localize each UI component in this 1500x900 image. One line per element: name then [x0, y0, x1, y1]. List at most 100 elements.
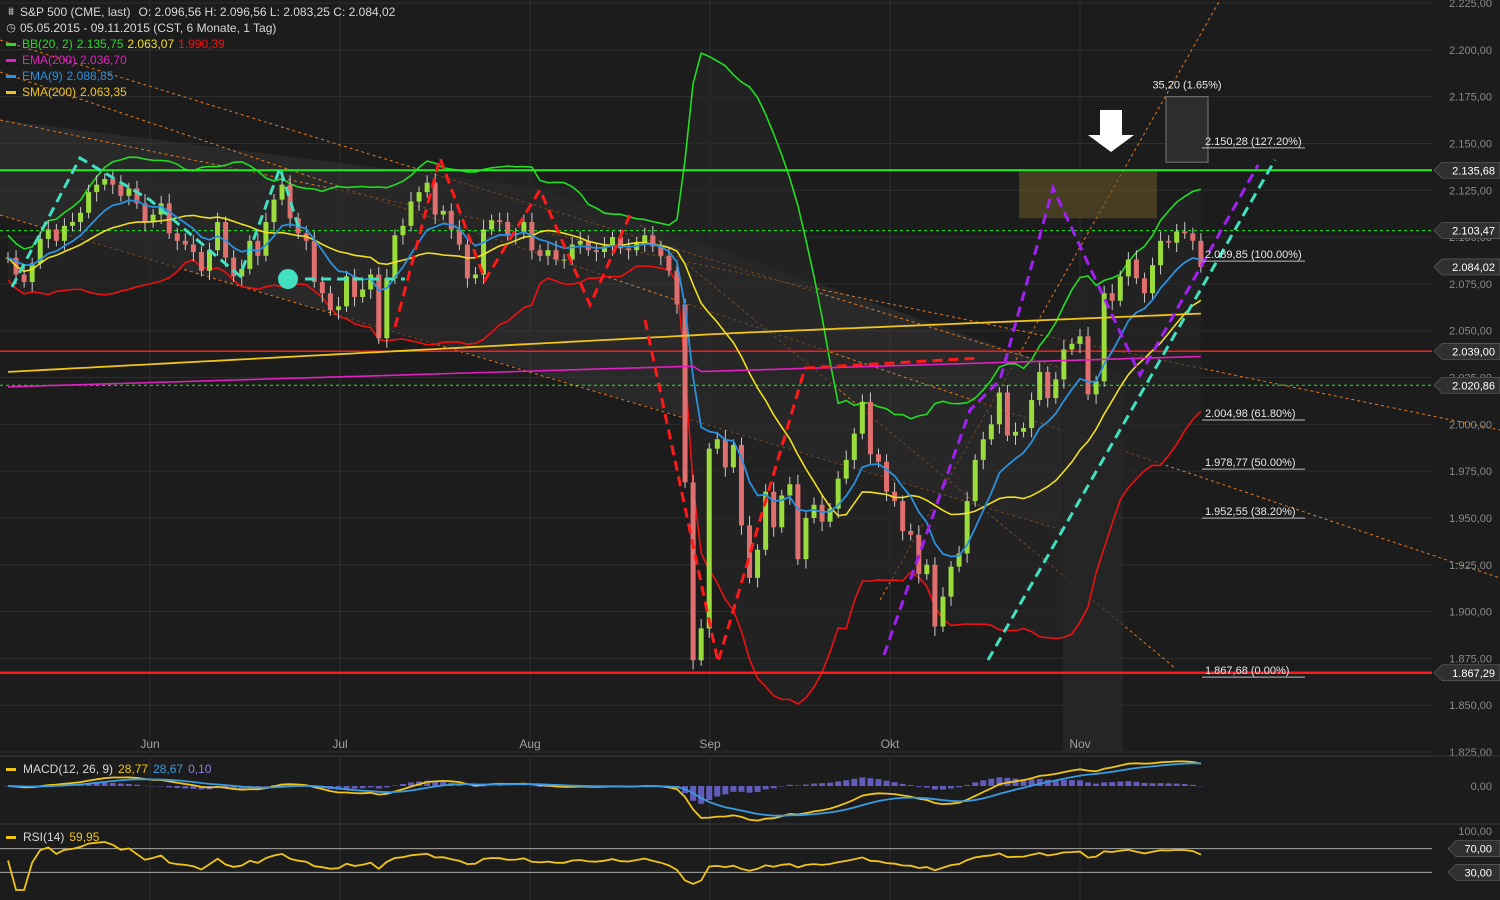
- candle-body: [859, 401, 865, 434]
- rsi-swatch: [6, 835, 16, 839]
- macd-histogram-bar: [802, 784, 809, 786]
- macd-histogram-bar: [891, 782, 898, 786]
- candle-body: [948, 566, 954, 597]
- candle-body: [795, 484, 801, 560]
- macd-histogram-bar: [1165, 783, 1172, 786]
- macd-histogram-bar: [1109, 782, 1116, 786]
- candle-body: [706, 448, 712, 629]
- chart-type-icon: ⩩: [8, 6, 14, 18]
- macd-histogram-bar: [722, 786, 729, 795]
- macd-histogram-bar: [1117, 781, 1124, 786]
- macd-histogram-bar: [166, 786, 173, 788]
- y-tick-label: 2.000,00: [1449, 419, 1492, 431]
- candle-body: [360, 289, 366, 297]
- macd-histogram-bar: [1125, 781, 1132, 786]
- date-range: 05.05.2015 - 09.11.2015 (CST, 6 Monate, …: [20, 21, 277, 35]
- x-tick-label: Jun: [140, 737, 159, 751]
- macd-histogram-bar: [819, 783, 826, 786]
- price-badge-label: 2.039,00: [1452, 346, 1495, 358]
- macd-histogram-bar: [762, 786, 769, 790]
- candle-body: [448, 210, 454, 230]
- candle-body: [287, 184, 293, 219]
- macd-histogram-bar: [980, 780, 987, 786]
- macd-histogram-bar: [399, 783, 406, 786]
- legend-swatch: [6, 90, 16, 94]
- price-badge-label: 1.867,29: [1452, 668, 1495, 680]
- price-badge-label: 2.103,47: [1452, 226, 1495, 238]
- rsi-tick-label: 70,00: [1464, 844, 1492, 856]
- candle-body: [1004, 392, 1010, 436]
- macd-histogram-bar: [383, 786, 390, 788]
- macd-histogram-bar: [867, 778, 874, 786]
- candle-body: [875, 454, 881, 462]
- y-tick-label: 2.125,00: [1449, 185, 1492, 197]
- candle-body: [416, 192, 422, 202]
- candle-body: [561, 259, 567, 261]
- macd-histogram-bar: [738, 786, 745, 792]
- legend-range-row: ◷ 05.05.2015 - 09.11.2015 (CST, 6 Monate…: [6, 20, 395, 36]
- legend-title-row: ⩩ S&P 500 (CME, last) O: 2.096,56 H: 2.0…: [6, 4, 395, 20]
- measure-box: [1165, 96, 1209, 163]
- legend-label: EMA(9): [22, 69, 63, 83]
- fib-label: 1.867,68 (0.00%): [1205, 665, 1289, 677]
- legend-label: EMA(200): [22, 53, 77, 67]
- y-tick-label: 2.050,00: [1449, 326, 1492, 338]
- candle-body: [1053, 379, 1059, 399]
- candle-body: [1182, 231, 1188, 234]
- candle-body: [86, 192, 92, 213]
- candle-body: [1174, 231, 1180, 243]
- rsi-value: 59,95: [69, 830, 100, 844]
- candle-body: [908, 531, 914, 535]
- fib-label: 2.089,85 (100.00%): [1205, 249, 1302, 261]
- candle-body: [1077, 336, 1083, 344]
- macd-signal-value: 28,67: [153, 762, 184, 776]
- macd-histogram-bar: [1181, 784, 1188, 786]
- macd-histogram-bar: [956, 786, 963, 788]
- candle-body: [972, 459, 978, 502]
- candle-body: [166, 203, 172, 234]
- candle-body: [78, 212, 84, 223]
- candle-body: [577, 240, 583, 245]
- macd-histogram-bar: [133, 784, 140, 786]
- candle-body: [940, 596, 946, 627]
- candle-body: [45, 229, 51, 239]
- candle-body: [884, 461, 890, 492]
- macd-histogram-bar: [117, 783, 124, 786]
- candle-body: [1013, 431, 1018, 436]
- candle-body: [335, 306, 341, 311]
- candle-body: [1150, 265, 1156, 294]
- fib-label: 1.952,55 (38.20%): [1205, 506, 1296, 518]
- candle-body: [916, 534, 922, 575]
- rsi-tick-label: 30,00: [1464, 867, 1492, 879]
- candle-body: [811, 504, 817, 518]
- candle-body: [545, 250, 551, 256]
- macd-histogram-bar: [883, 780, 890, 786]
- macd-histogram-bar: [706, 786, 713, 801]
- legend-label: SMA(200): [22, 85, 77, 99]
- candle-body: [69, 222, 75, 226]
- candle-body: [537, 250, 543, 256]
- y-tick-label: 1.925,00: [1449, 560, 1492, 572]
- macd-histogram-bar: [351, 786, 358, 789]
- legend-value: 1.990,39: [178, 37, 225, 51]
- candle-body: [263, 222, 269, 256]
- legend-row: SMA(200) 2.063,35: [6, 84, 395, 100]
- candle-body: [771, 491, 777, 528]
- candle-body: [1117, 276, 1123, 301]
- macd-swatch: [6, 767, 16, 771]
- legend-value: 2.088,85: [66, 69, 114, 83]
- macd-histogram-bar: [786, 784, 793, 786]
- rsi-tick-label: 100,00: [1458, 826, 1492, 838]
- candle-body: [803, 517, 809, 560]
- macd-histogram-bar: [964, 784, 971, 786]
- macd-histogram-bar: [109, 782, 116, 786]
- candle-body: [472, 274, 478, 279]
- fib-label: 2.150,28 (127.20%): [1205, 136, 1302, 148]
- macd-histogram-bar: [1141, 782, 1148, 786]
- ohlc-values: O: 2.096,56 H: 2.096,56 L: 2.083,25 C: 2…: [138, 5, 396, 19]
- macd-histogram-bar: [174, 786, 181, 789]
- candle-body: [1158, 240, 1164, 266]
- macd-histogram-bar: [1085, 782, 1092, 786]
- rsi-label: RSI(14): [23, 830, 65, 844]
- macd-histogram-bar: [746, 786, 753, 793]
